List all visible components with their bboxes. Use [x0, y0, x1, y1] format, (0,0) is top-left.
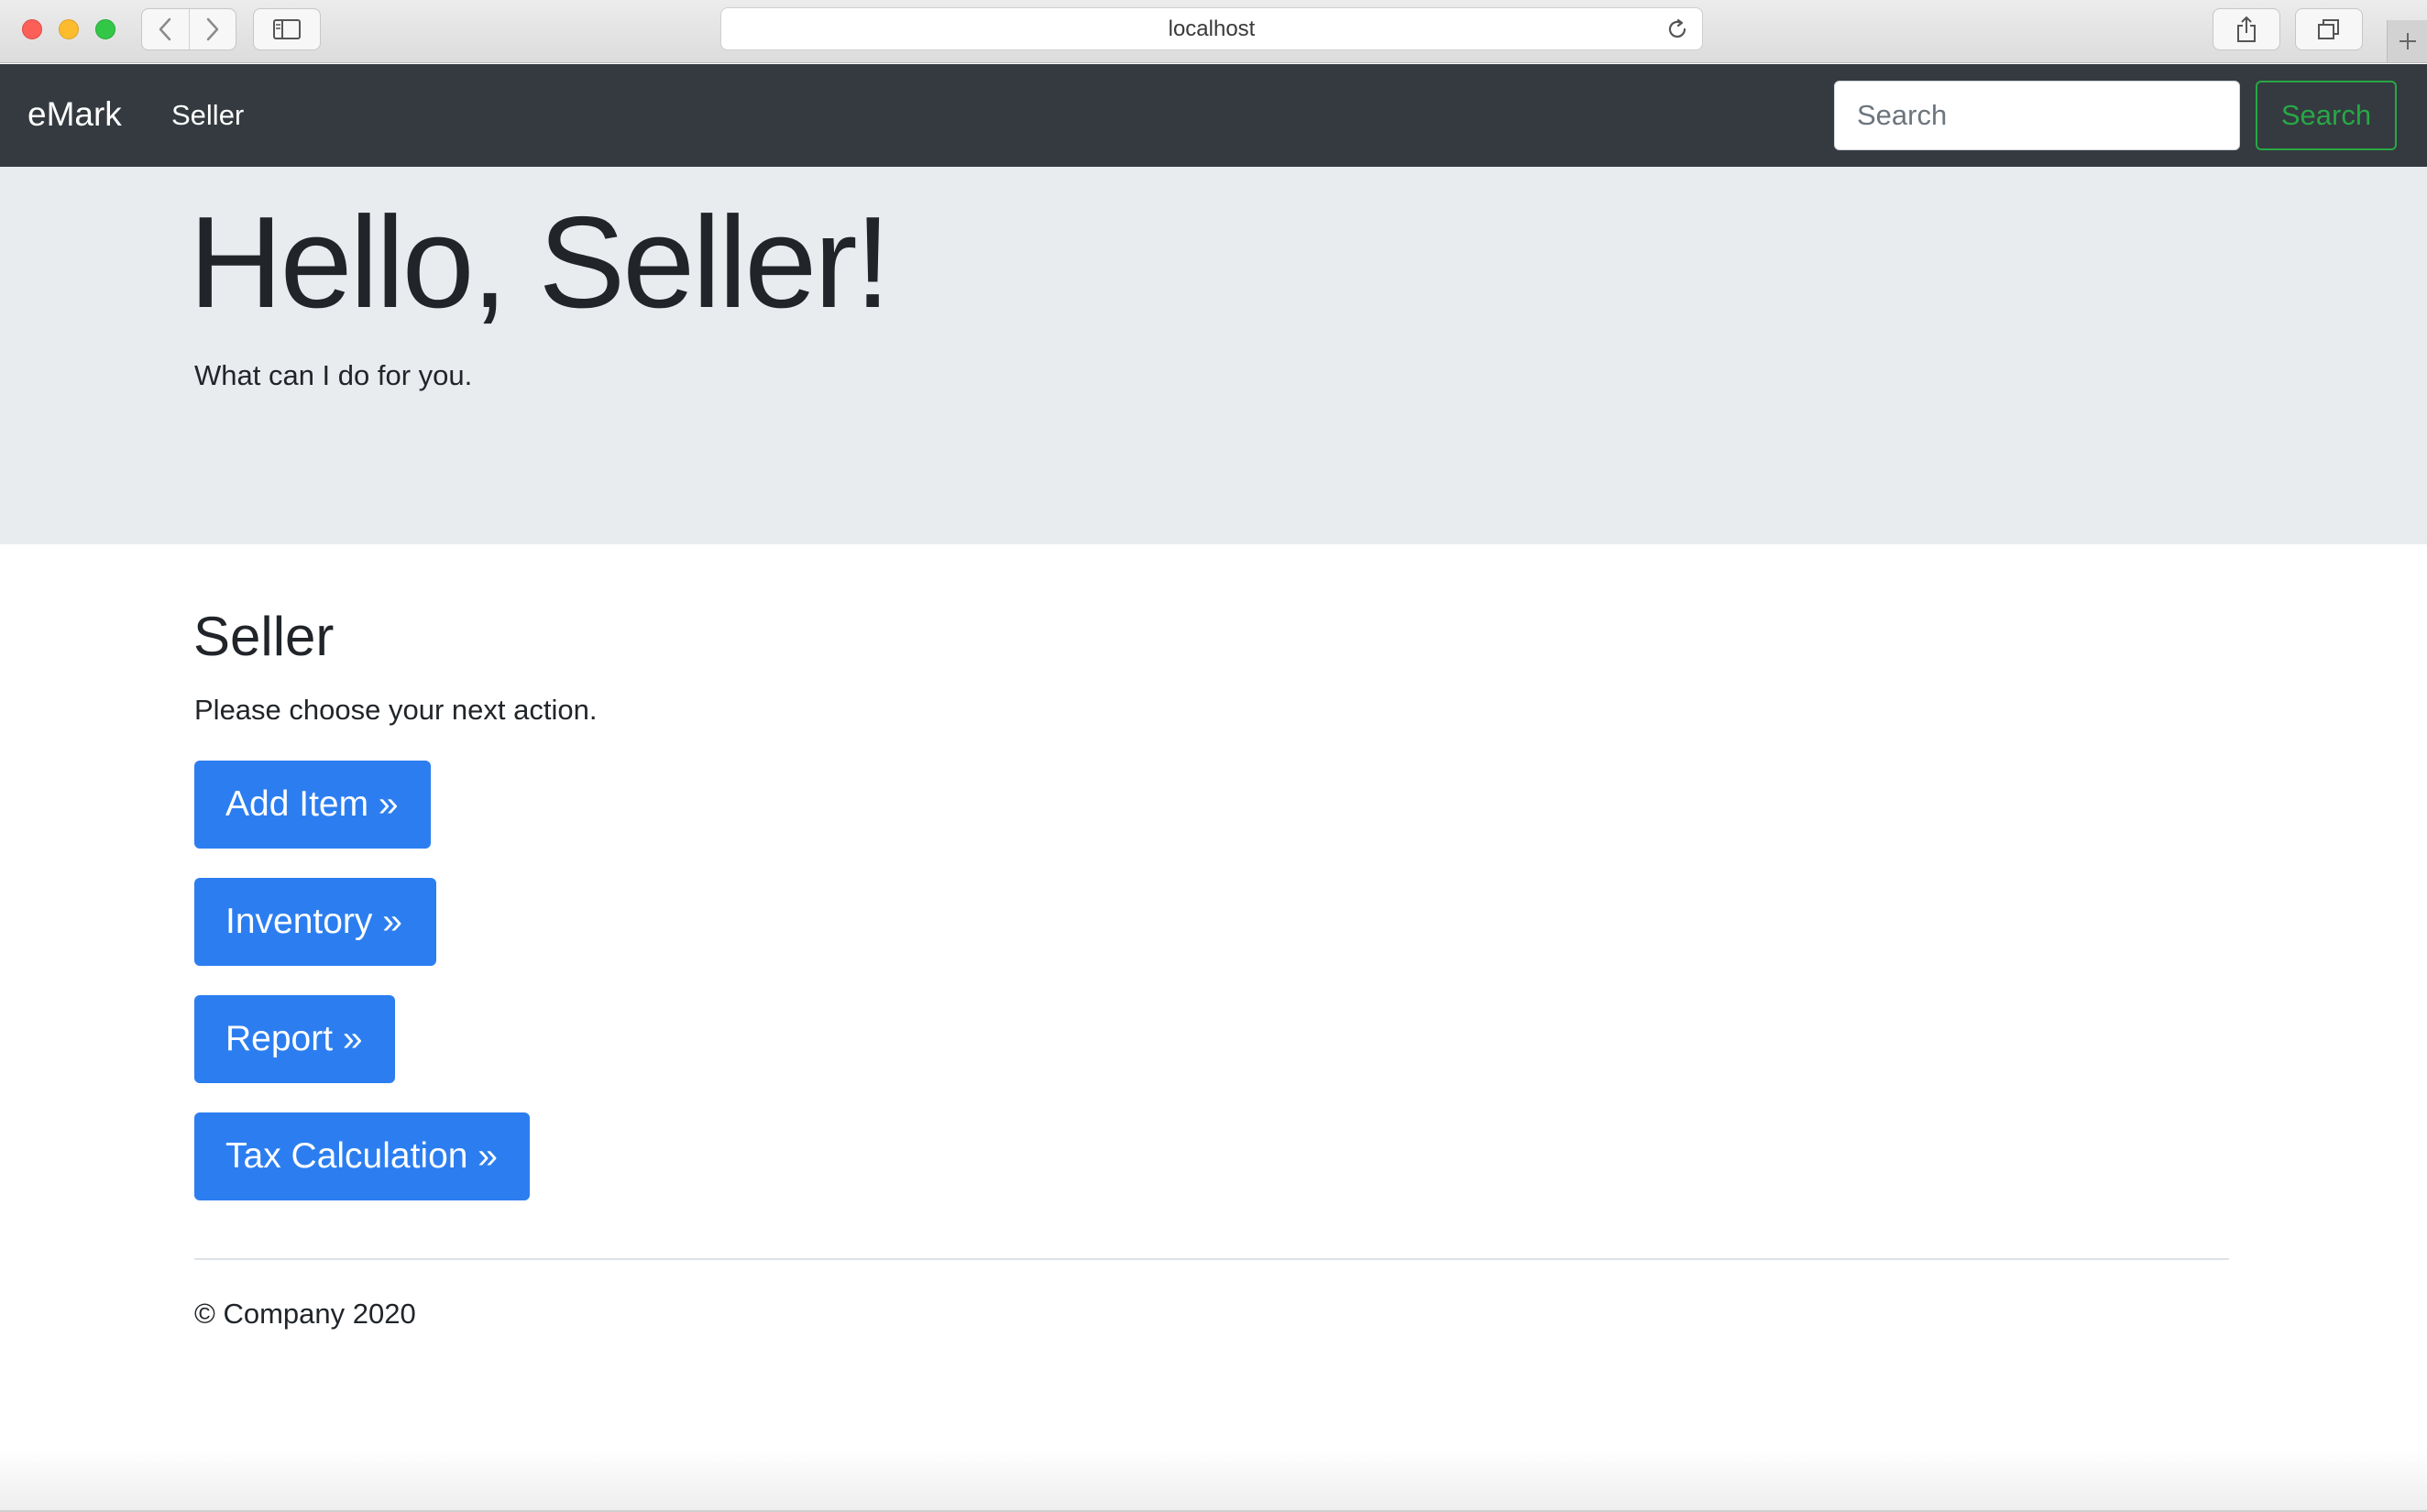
section-description: Please choose your next action. — [194, 694, 598, 726]
report-button[interactable]: Report » — [194, 995, 395, 1083]
chevron-right-icon — [206, 17, 218, 41]
add-item-button[interactable]: Add Item » — [194, 761, 431, 849]
forward-button[interactable] — [188, 9, 236, 49]
brand-link[interactable]: eMark — [27, 95, 122, 134]
chevron-left-icon — [159, 17, 171, 41]
close-window-button[interactable] — [22, 19, 42, 39]
page-subtitle: What can I do for you. — [194, 359, 473, 391]
search-input[interactable] — [1834, 81, 2240, 150]
back-button[interactable] — [142, 9, 189, 49]
search-button[interactable]: Search — [2256, 81, 2397, 150]
footer-divider — [194, 1258, 2229, 1260]
share-button[interactable] — [2213, 8, 2280, 50]
page-title: Hello, Seller! — [189, 190, 891, 335]
sidebar-toggle-button[interactable] — [253, 8, 321, 50]
sidebar-icon — [273, 19, 301, 39]
jumbotron: Hello, Seller! What can I do for you. — [0, 167, 2427, 544]
footer-copyright: © Company 2020 — [194, 1298, 416, 1330]
maximize-window-button[interactable] — [95, 19, 115, 39]
site-navbar: eMark Seller Search — [0, 64, 2427, 167]
plus-icon — [2399, 33, 2416, 49]
section-heading: Seller — [193, 606, 335, 667]
address-text: localhost — [1168, 16, 1256, 41]
new-tab-button[interactable] — [2387, 20, 2427, 62]
browser-toolbar: localhost — [0, 0, 2427, 63]
tax-calculation-button[interactable]: Tax Calculation » — [194, 1112, 530, 1200]
history-nav — [141, 8, 236, 50]
inventory-button[interactable]: Inventory » — [194, 878, 436, 966]
nav-link-seller[interactable]: Seller — [171, 99, 244, 132]
window-bottom-edge — [0, 1448, 2427, 1512]
show-tabs-button[interactable] — [2295, 8, 2363, 50]
minimize-window-button[interactable] — [59, 19, 79, 39]
tabs-icon — [2318, 19, 2339, 39]
address-bar[interactable]: localhost — [720, 7, 1703, 50]
reload-icon[interactable] — [1665, 17, 1689, 41]
share-icon — [2237, 16, 2256, 42]
